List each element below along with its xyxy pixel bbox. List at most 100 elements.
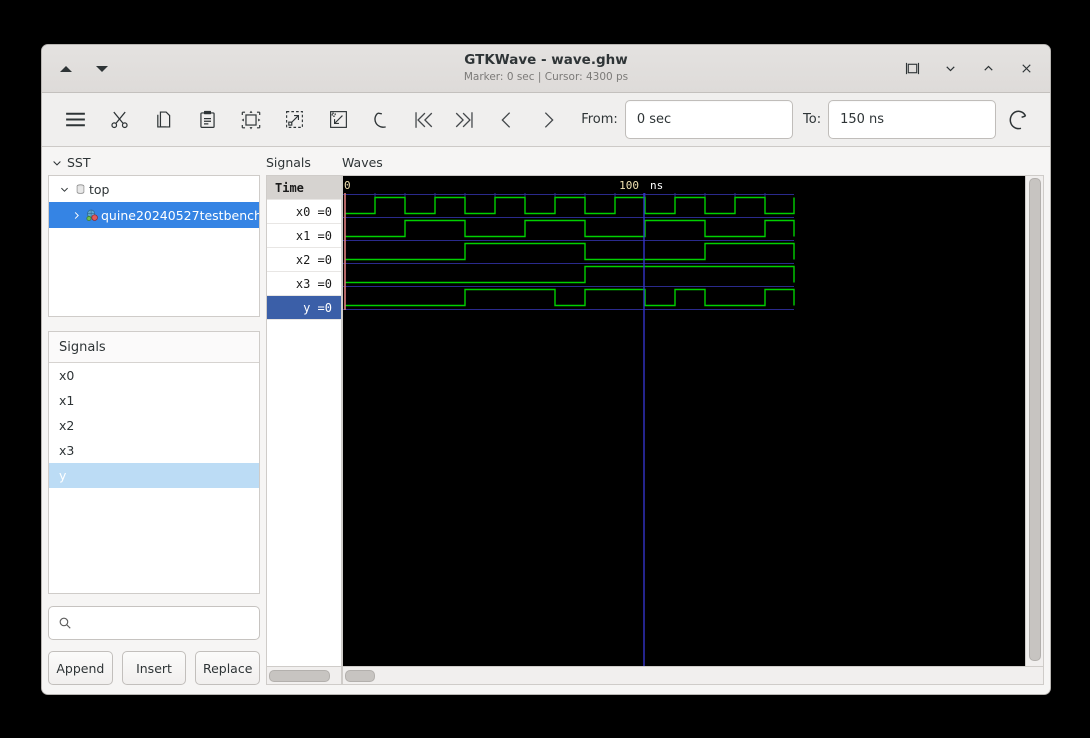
go-to-end-button[interactable] [444,100,484,140]
waves-area: 0 100 ns [342,175,1044,667]
svg-text:0: 0 [344,179,351,192]
zoom-fit-icon [241,110,261,129]
sst-label: SST [67,155,91,170]
up-triangle-icon [60,65,72,72]
to-input[interactable]: 150 ns [828,100,997,139]
close-icon [1021,64,1031,73]
signal-item-label: x1 [59,393,75,408]
time-row-header: Time [267,176,341,200]
svg-text:ns: ns [650,179,663,192]
wave-name-row-y[interactable]: y =0 [267,296,341,320]
sst-tree[interactable]: top quine20240527testbench [48,175,260,317]
cut-icon [111,111,128,129]
bottom-gap-right [342,685,1044,694]
down-triangle-icon [96,65,108,72]
titlebar-right-controls [902,59,1050,79]
from-value: 0 sec [636,112,672,127]
waveform-canvas[interactable]: 0 100 ns [342,175,1026,667]
to-label: To: [803,112,822,127]
fullscreen-button[interactable] [902,59,922,79]
signal-list-header: Signals [49,332,259,363]
search-box[interactable] [48,606,260,640]
wave-name-row-x1[interactable]: x1 =0 [267,224,341,248]
wave-name-row-x0[interactable]: x0 =0 [267,200,341,224]
from-label: From: [581,112,618,127]
reload-button[interactable] [996,100,1040,140]
from-input[interactable]: 0 sec [624,100,794,139]
zoom-in-button[interactable] [273,100,317,140]
signal-item-label: y [59,468,67,483]
module-icon [71,183,89,196]
titlebar-left-controls [42,61,110,77]
signal-item-x2[interactable]: x2 [49,413,259,438]
waves-vscrollbar[interactable] [1026,175,1044,667]
append-button[interactable]: Append [48,651,113,685]
signal-item-x0[interactable]: x0 [49,363,259,388]
signal-names-hscrollbar[interactable] [266,666,342,685]
signal-list-panel: Signals x0 x1 x2 x3 y [48,331,260,594]
to-value: 150 ns [840,112,885,127]
signal-item-label: x0 [59,368,75,383]
chevron-right-icon[interactable] [69,210,83,221]
chevron-down-icon [945,66,955,72]
undo-icon [374,111,387,128]
paste-button[interactable] [185,100,229,140]
scrollbar-thumb[interactable] [269,669,330,682]
waves-header: Waves [342,155,383,170]
instance-icon [83,208,101,222]
search-icon [59,617,71,629]
wave-name-row-x2[interactable]: x2 =0 [267,248,341,272]
zoom-in-icon [286,111,304,128]
maximize-button[interactable] [978,59,998,79]
signal-item-x1[interactable]: x1 [49,388,259,413]
signal-item-label: x3 [59,443,75,458]
window-title: GTKWave - wave.ghw [464,52,628,68]
signal-names-header: Signals [266,155,311,170]
zoom-out-icon [330,111,347,128]
tree-node-top[interactable]: top [49,176,259,202]
tree-node-quine20240527testbench[interactable]: quine20240527testbench [49,202,259,228]
tree-node-label: top [89,181,110,197]
chevron-down-icon [53,160,61,166]
signal-item-y[interactable]: y [49,463,259,488]
previous-edge-button[interactable] [484,100,528,140]
close-button[interactable] [1016,59,1036,79]
wave-name-row-x3[interactable]: x3 =0 [267,272,341,296]
chevron-up-icon [983,65,993,71]
scrollbar-thumb[interactable] [345,669,375,682]
chevron-down-icon[interactable] [57,184,71,195]
previous-edge-icon [500,111,510,128]
main-body: SST top quine20240527testbench Signals x0… [42,147,1050,694]
zoom-out-button[interactable] [317,100,361,140]
minimize-button[interactable] [940,59,960,79]
next-edge-button[interactable] [527,100,571,140]
undo-button[interactable] [360,100,404,140]
main-toolbar: From: 0 sec To: 150 ns [42,93,1050,147]
signal-item-x3[interactable]: x3 [49,438,259,463]
insert-button[interactable]: Insert [121,651,187,685]
title-bar: GTKWave - wave.ghw Marker: 0 sec | Curso… [42,45,1050,93]
go-to-start-button[interactable] [404,100,444,140]
menu-button[interactable] [54,100,98,140]
fullscreen-icon [905,62,919,75]
history-next-button[interactable] [94,61,110,77]
sst-header[interactable]: SST [48,153,260,172]
replace-button[interactable]: Replace [195,651,261,685]
signal-list[interactable]: x0 x1 x2 x3 y [49,363,259,593]
scrollbar-thumb[interactable] [1028,178,1041,662]
waves-hscrollbar[interactable] [342,667,1044,685]
action-buttons: Append Insert Replace [48,651,261,685]
search-input[interactable] [79,614,250,632]
bottom-gap-left [266,685,342,694]
reload-icon [1009,110,1027,129]
cut-button[interactable] [98,100,142,140]
copy-button[interactable] [142,100,186,140]
svg-text:100: 100 [619,179,639,192]
marker-cursor-status: Marker: 0 sec | Cursor: 4300 ps [463,71,629,83]
gtkwave-window: GTKWave - wave.ghw Marker: 0 sec | Curso… [41,44,1051,695]
signal-names-list[interactable]: Time x0 =0 x1 =0 x2 =0 x3 =0 y =0 [266,175,342,666]
next-edge-icon [545,111,554,128]
history-prev-button[interactable] [58,61,74,77]
zoom-fit-button[interactable] [229,100,273,140]
waveform-svg: 0 100 ns [343,176,1025,666]
